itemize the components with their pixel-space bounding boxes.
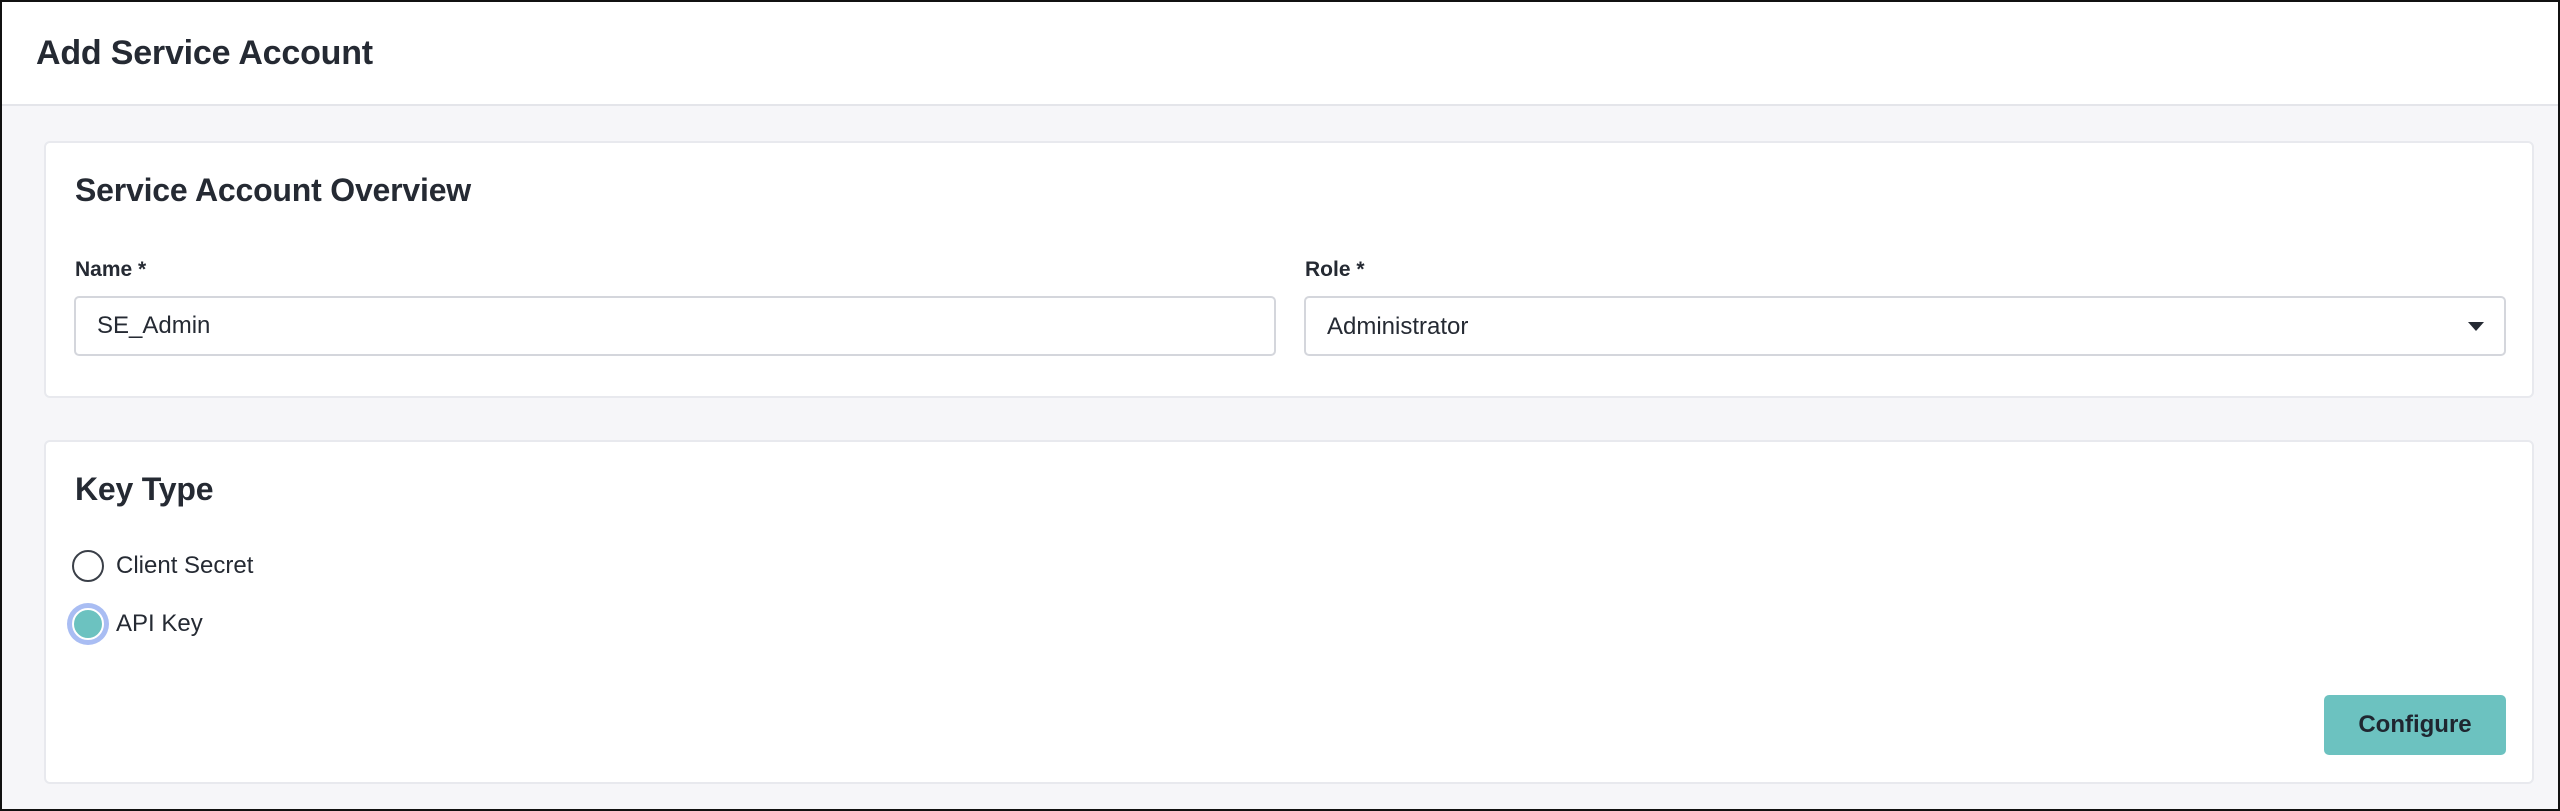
role-field-label: Role * bbox=[1305, 258, 1365, 281]
role-select-value: Administrator bbox=[1327, 313, 1469, 340]
name-input[interactable] bbox=[74, 296, 1276, 356]
api-key-label: API Key bbox=[116, 610, 203, 637]
role-select[interactable]: Administrator bbox=[1304, 296, 2506, 356]
overview-section-title: Service Account Overview bbox=[75, 172, 471, 208]
radio-option-client-secret[interactable]: Client Secret bbox=[72, 546, 253, 586]
app-window: Add Service Account Service Account Over… bbox=[0, 0, 2560, 811]
name-field-label: Name * bbox=[75, 258, 147, 281]
api-key-radio[interactable] bbox=[72, 608, 104, 640]
client-secret-radio[interactable] bbox=[72, 550, 104, 582]
caret-down-icon bbox=[2468, 322, 2484, 331]
page-title: Add Service Account bbox=[36, 34, 373, 72]
client-secret-label: Client Secret bbox=[116, 552, 254, 579]
configure-button[interactable]: Configure bbox=[2324, 695, 2506, 755]
radio-option-api-key[interactable]: API Key bbox=[72, 604, 203, 644]
service-account-overview-card: Service Account Overview Name * Role * A… bbox=[44, 141, 2534, 398]
key-type-section-title: Key Type bbox=[75, 471, 214, 507]
page-header: Add Service Account bbox=[2, 2, 2558, 106]
key-type-card: Key Type Client Secret API Key Configure bbox=[44, 440, 2534, 784]
